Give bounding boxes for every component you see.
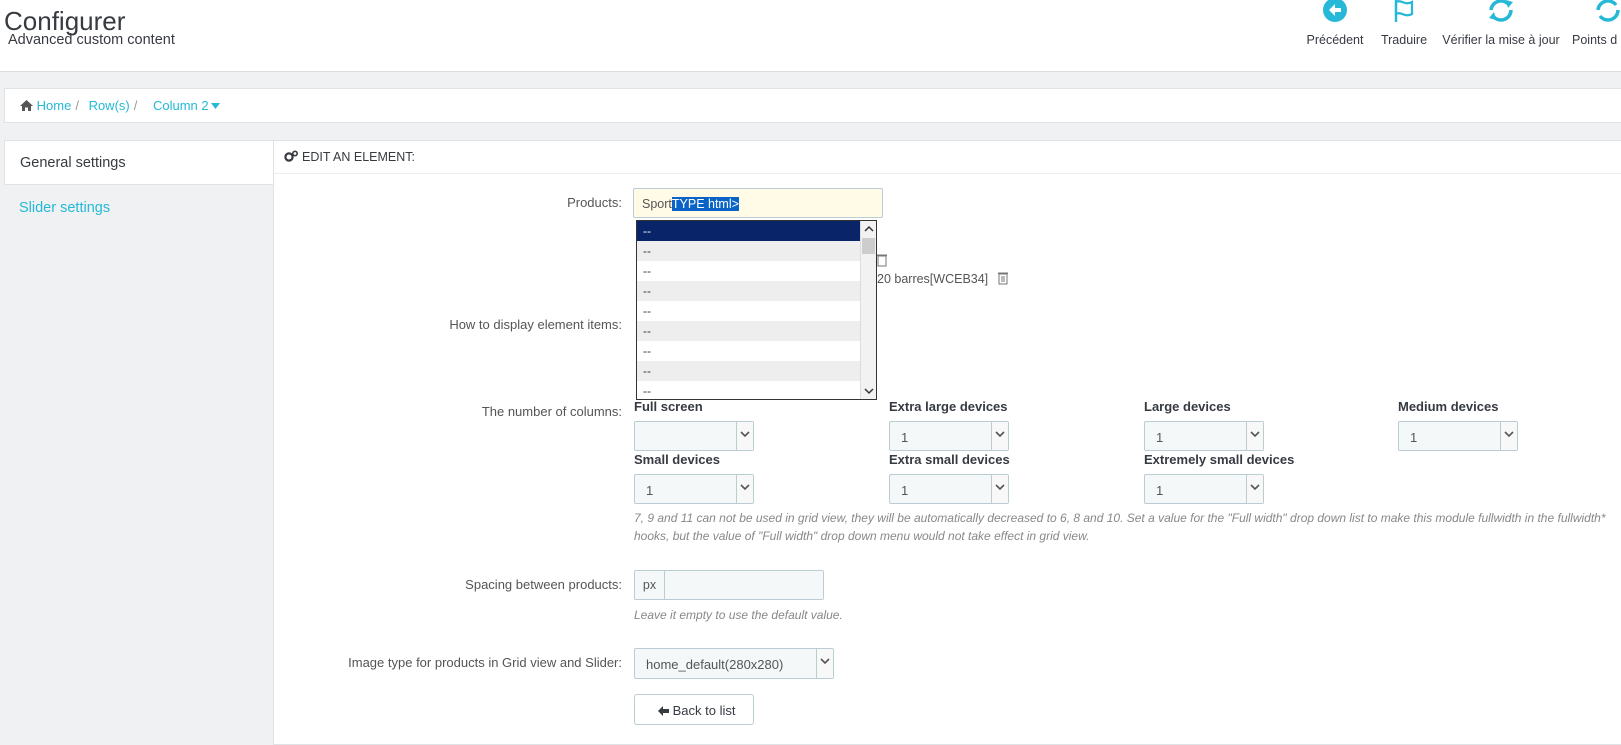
dropdown-option[interactable]: -- [637, 341, 861, 361]
spacing-input-group: px [634, 570, 824, 600]
products-label: Products: [567, 195, 622, 210]
products-input-text: Sport [642, 197, 672, 211]
trash-icon[interactable] [997, 272, 1008, 285]
large-value: 1 [1156, 430, 1164, 445]
toolbar-check-update-button[interactable]: Vérifier la mise à jour [1441, 0, 1561, 50]
display-items-label: How to display element items: [449, 317, 622, 332]
arrow-circle-left-icon [1323, 0, 1347, 22]
image-type-value: home_default(280x280) [646, 657, 784, 672]
medium-title: Medium devices [1398, 399, 1499, 414]
dropdown-scrollbar[interactable] [860, 221, 876, 399]
small-title: Small devices [634, 452, 720, 467]
extra-small-value: 1 [901, 483, 909, 498]
products-input-selected-text: TYPE html> [671, 197, 739, 211]
extra-large-title: Extra large devices [889, 399, 1008, 414]
toolbar-translate-label: Traduire [1380, 33, 1428, 47]
panel-heading-text: EDIT AN ELEMENT: [302, 150, 415, 164]
breadcrumb-column-link[interactable]: Column 2 [153, 98, 220, 113]
dropdown-option[interactable]: -- [637, 281, 861, 301]
refresh-icon [1489, 0, 1513, 22]
dropdown-option[interactable]: -- [637, 261, 861, 281]
dropdown-option[interactable]: -- [637, 321, 861, 341]
panel-heading: EDIT AN ELEMENT: [274, 141, 1621, 174]
spacing-unit-addon: px [635, 571, 665, 599]
flag-icon [1394, 0, 1414, 22]
products-search-input[interactable]: SportTYPE html> [633, 188, 883, 218]
extra-small-title: Extra small devices [889, 452, 1010, 467]
extremely-small-value: 1 [1156, 483, 1164, 498]
back-to-list-button[interactable]: Back to list [634, 694, 754, 725]
breadcrumb: Home / Row(s) / Column 2 [4, 88, 1621, 123]
small-value: 1 [646, 483, 654, 498]
page-subtitle: Advanced custom content [8, 32, 175, 48]
extremely-small-select[interactable]: 1 [1144, 474, 1264, 504]
full-screen-select[interactable] [634, 421, 754, 451]
spacing-label: Spacing between products: [465, 577, 622, 592]
toolbar-back-button[interactable]: Précédent [1305, 0, 1365, 50]
extra-large-select[interactable]: 1 [889, 421, 1009, 451]
image-type-label: Image type for products in Grid view and… [348, 655, 622, 670]
back-to-list-label: Back to list [672, 703, 736, 718]
breadcrumb-column-label: Column 2 [152, 98, 209, 113]
small-select[interactable]: 1 [634, 474, 754, 504]
chevron-down-icon [816, 649, 833, 678]
chevron-down-icon [1500, 422, 1517, 450]
tab-slider-settings[interactable]: Slider settings [19, 200, 110, 216]
tab-general-settings[interactable]: General settings [4, 140, 274, 185]
chevron-down-icon [991, 422, 1008, 450]
toolbar-check-update-label: Vérifier la mise à jour [1442, 33, 1560, 47]
dropdown-option[interactable]: -- [637, 381, 861, 399]
page-header: Configurer Advanced custom content Précé… [0, 0, 1621, 72]
scroll-up-icon[interactable] [862, 223, 876, 235]
dropdown-option[interactable]: -- [637, 361, 861, 381]
toolbar-points-label: Points d [1572, 33, 1618, 47]
chevron-down-icon [736, 475, 753, 503]
extremely-small-title: Extremely small devices [1144, 452, 1295, 467]
large-select[interactable]: 1 [1144, 421, 1264, 451]
extra-large-value: 1 [901, 430, 909, 445]
columns-label: The number of columns: [481, 404, 622, 419]
caret-down-icon [210, 103, 220, 109]
dropdown-option[interactable]: -- [637, 241, 861, 261]
columns-help-line2: hooks, but the value of "Full width" dro… [634, 529, 1090, 543]
spacing-help: Leave it empty to use the default value. [634, 608, 843, 622]
scrollbar-thumb[interactable] [862, 238, 875, 254]
breadcrumb-home-link[interactable]: Home [37, 98, 72, 113]
selected-product-item: 20 barres[WCEB34] [877, 272, 1008, 286]
chevron-down-icon [736, 422, 753, 450]
scroll-down-icon[interactable] [862, 385, 876, 397]
selected-product-name: 20 barres[WCEB34] [877, 272, 989, 286]
image-type-select[interactable]: home_default(280x280) [634, 648, 834, 679]
refresh-icon [1596, 0, 1620, 22]
cogs-icon [284, 150, 299, 162]
spacing-input[interactable] [666, 571, 823, 599]
breadcrumb-rows-link[interactable]: Row(s) [89, 98, 130, 113]
chevron-down-icon [1246, 475, 1263, 503]
medium-value: 1 [1410, 430, 1418, 445]
dropdown-option[interactable]: -- [637, 221, 861, 241]
medium-select[interactable]: 1 [1398, 421, 1518, 451]
products-autocomplete-list[interactable]: -- -- -- -- -- -- -- -- -- [636, 220, 877, 400]
dropdown-option[interactable]: -- [637, 301, 861, 321]
columns-help-line1: 7, 9 and 11 can not be used in grid view… [634, 511, 1606, 525]
large-title: Large devices [1144, 399, 1231, 414]
chevron-down-icon [1246, 422, 1263, 450]
toolbar-translate-button[interactable]: Traduire [1378, 0, 1430, 50]
toolbar-points-button[interactable]: Points d [1572, 0, 1621, 50]
home-icon [20, 100, 33, 111]
toolbar-back-label: Précédent [1306, 33, 1364, 47]
settings-tabs: General settings Slider settings [4, 140, 274, 745]
full-screen-title: Full screen [634, 399, 703, 414]
chevron-down-icon [991, 475, 1008, 503]
extra-small-select[interactable]: 1 [889, 474, 1009, 504]
product-delete-icon[interactable] [877, 254, 887, 270]
arrow-left-icon [658, 706, 669, 716]
